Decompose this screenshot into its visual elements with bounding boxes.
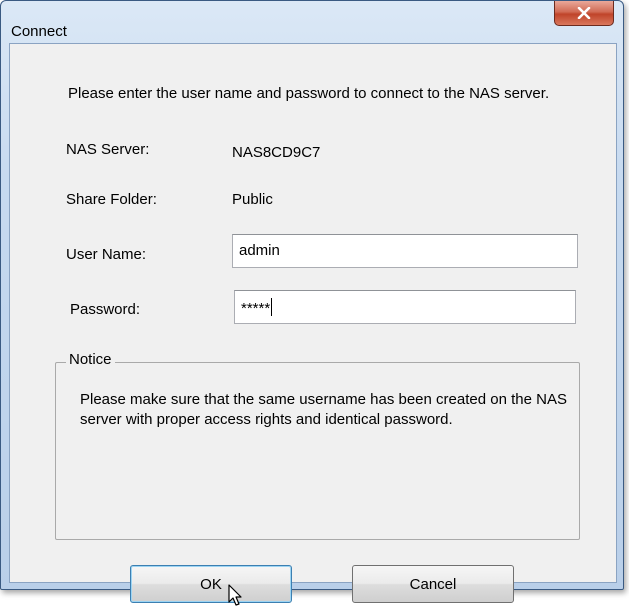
prompt-text: Please enter the user name and password …: [68, 85, 550, 102]
notice-groupbox: [55, 362, 580, 540]
cancel-button-label: Cancel: [409, 575, 457, 593]
nas-server-label: NAS Server:: [66, 141, 150, 158]
close-button[interactable]: [554, 1, 614, 26]
text-caret: [271, 298, 273, 316]
notice-title: Notice: [66, 351, 115, 368]
user-name-value: admin: [239, 242, 280, 259]
mouse-pointer-icon: [228, 584, 242, 606]
connect-dialog: Connect Please enter the user name and p…: [0, 0, 624, 606]
user-name-label: User Name:: [66, 246, 147, 263]
user-name-input[interactable]: admin: [232, 234, 578, 268]
cancel-button[interactable]: Cancel: [352, 565, 514, 603]
nas-server-value: NAS8CD9C7: [232, 144, 321, 161]
share-folder-label: Share Folder:: [66, 191, 157, 208]
ok-button[interactable]: OK: [130, 565, 292, 603]
notice-text: Please make sure that the same username …: [80, 391, 567, 428]
title-bar[interactable]: Connect: [1, 1, 623, 40]
password-value: *****: [241, 300, 271, 317]
close-icon: [577, 7, 591, 19]
window-title: Connect: [11, 23, 67, 40]
password-input[interactable]: *****: [234, 290, 576, 324]
share-folder-value: Public: [232, 191, 273, 208]
password-label: Password:: [70, 301, 141, 318]
dialog-body: Please enter the user name and password …: [9, 43, 617, 606]
ok-button-label: OK: [200, 575, 222, 593]
